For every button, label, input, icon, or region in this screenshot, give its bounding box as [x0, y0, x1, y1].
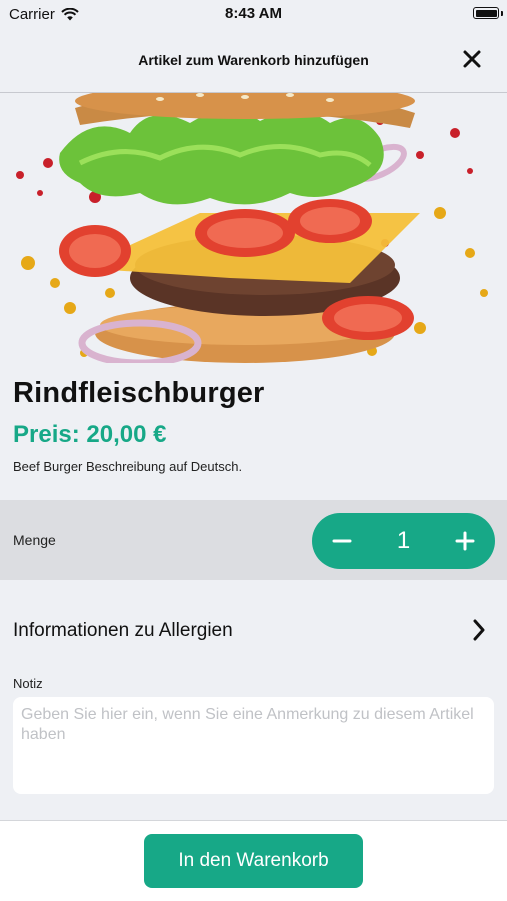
increase-button[interactable]	[435, 513, 495, 569]
allergy-info-row[interactable]: Informationen zu Allergien	[0, 603, 507, 659]
status-bar: Carrier 8:43 AM	[0, 0, 507, 28]
product-price: Preis: 20,00 €	[13, 421, 167, 448]
quantity-row: Menge 1	[0, 500, 507, 580]
battery-tip	[501, 11, 503, 16]
footer-bar: In den Warenkorb	[0, 820, 507, 901]
quantity-value: 1	[396, 527, 411, 554]
note-input[interactable]	[13, 697, 494, 794]
battery-icon	[473, 7, 499, 19]
decrease-button[interactable]	[312, 513, 372, 569]
quantity-stepper: 1	[312, 513, 495, 569]
burger-illustration	[16, 93, 488, 363]
note-label: Notiz	[13, 676, 43, 691]
navigation-bar: Artikel zum Warenkorb hinzufügen	[0, 28, 507, 93]
product-name: Rindfleischburger	[13, 377, 265, 409]
status-time: 8:43 AM	[225, 5, 282, 22]
minus-icon	[332, 539, 352, 543]
quantity-label: Menge	[13, 532, 56, 548]
product-description: Beef Burger Beschreibung auf Deutsch.	[13, 459, 243, 474]
close-icon[interactable]	[461, 48, 483, 70]
add-to-cart-button[interactable]: In den Warenkorb	[144, 834, 363, 888]
allergy-info-label: Informationen zu Allergien	[13, 620, 233, 641]
page-title: Artikel zum Warenkorb hinzufügen	[138, 52, 369, 68]
chevron-right-icon	[473, 619, 485, 641]
plus-icon	[455, 531, 475, 551]
product-image	[0, 93, 507, 363]
